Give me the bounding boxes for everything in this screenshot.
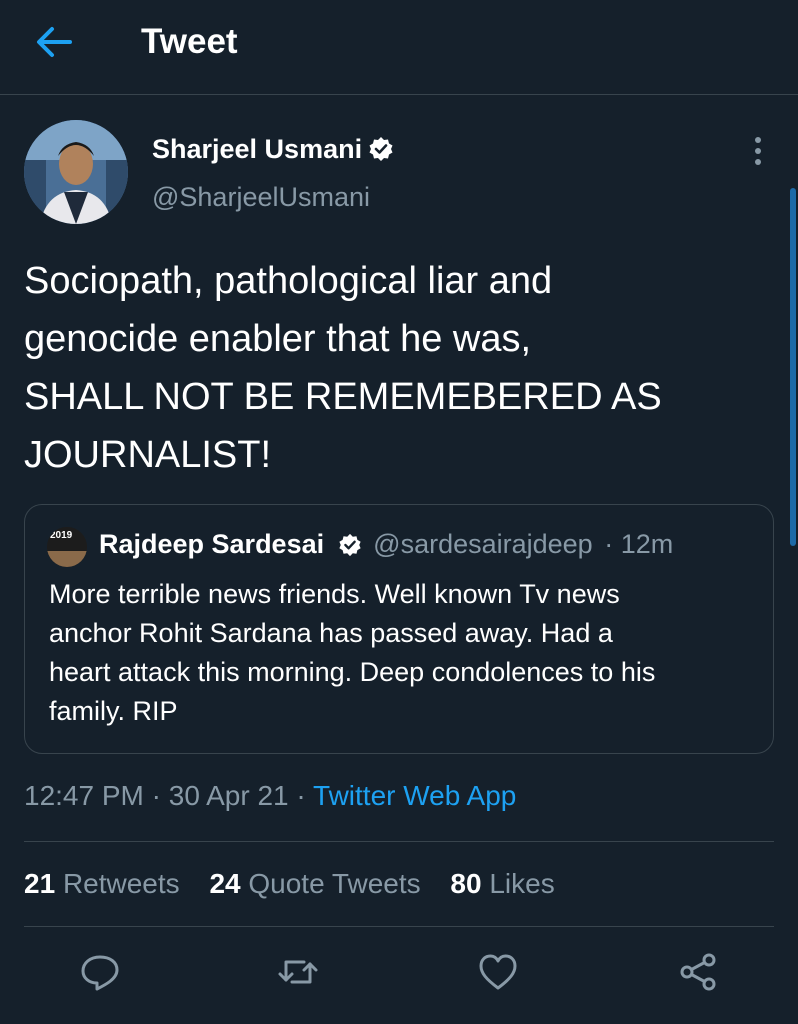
retweet-button[interactable] [276, 950, 320, 994]
tweet-text-line: JOURNALIST! [24, 434, 272, 476]
quoted-text-line: anchor Rohit Sardana has passed away. Ha… [49, 618, 613, 648]
heart-icon [479, 954, 517, 990]
quoted-text-line: family. RIP [49, 696, 178, 726]
quoted-author-name: Rajdeep Sardesai [99, 529, 325, 559]
author-name[interactable]: Sharjeel Usmani [152, 134, 394, 165]
more-vertical-icon [755, 137, 761, 165]
tweet-meta: 12:47 PM · 30 Apr 21 · Twitter Web App [24, 780, 516, 812]
quoted-avatar-text: 2019 [50, 530, 73, 541]
tweet-text: Sociopath, pathological liar and genocid… [24, 252, 764, 484]
tweet-stats: 21 Retweets 24 Quote Tweets 80 Likes [24, 868, 577, 900]
retweet-icon [278, 960, 318, 984]
avatar[interactable] [24, 120, 128, 224]
meta-separator: · [296, 780, 314, 811]
tweet-date: 30 Apr 21 [168, 780, 289, 811]
quoted-separator: · [604, 529, 614, 559]
quoted-author-handle: @sardesairajdeep [373, 529, 593, 559]
reply-button[interactable] [78, 950, 122, 994]
quote-tweets-stat[interactable]: 24 Quote Tweets [209, 868, 420, 899]
more-button[interactable] [746, 134, 770, 168]
author-handle[interactable]: @SharjeelUsmani [152, 182, 370, 213]
arrow-left-icon [37, 27, 72, 57]
tweet-text-line: genocide enabler that he was, [24, 318, 532, 360]
share-icon [680, 953, 716, 991]
page-title: Tweet [141, 22, 238, 61]
tweet-author: Sharjeel Usmani @SharjeelUsmani [24, 120, 784, 230]
likes-stat[interactable]: 80 Likes [450, 868, 554, 899]
quoted-text: More terrible news friends. Well known T… [49, 575, 759, 731]
divider [24, 926, 774, 927]
scrollbar[interactable] [790, 188, 796, 546]
action-bar [0, 950, 798, 1002]
tweet-text-line: Sociopath, pathological liar and [24, 260, 553, 302]
quoted-avatar: 2019 [47, 527, 87, 567]
tweet-source-link[interactable]: Twitter Web App [313, 780, 516, 811]
tweet-time: 12:47 PM [24, 780, 144, 811]
back-button[interactable] [30, 22, 76, 62]
reply-icon [81, 955, 119, 991]
quoted-age: 12m [620, 529, 674, 559]
retweets-stat[interactable]: 21 Retweets [24, 868, 180, 899]
top-bar: Tweet [0, 0, 798, 95]
verified-badge-icon [369, 137, 393, 161]
verified-badge-icon [339, 533, 361, 557]
share-button[interactable] [676, 950, 720, 994]
quoted-text-line: heart attack this morning. Deep condolen… [49, 657, 656, 687]
meta-separator: · [151, 780, 169, 811]
quoted-text-line: More terrible news friends. Well known T… [49, 579, 620, 609]
quoted-header: Rajdeep Sardesai @sardesairajdeep · 12m [99, 529, 673, 560]
like-button[interactable] [476, 950, 520, 994]
divider [24, 841, 774, 842]
tweet-text-line: SHALL NOT BE REMEMEBERED AS [24, 376, 662, 418]
quoted-tweet[interactable]: 2019 Rajdeep Sardesai @sardesairajdeep ·… [24, 504, 774, 754]
